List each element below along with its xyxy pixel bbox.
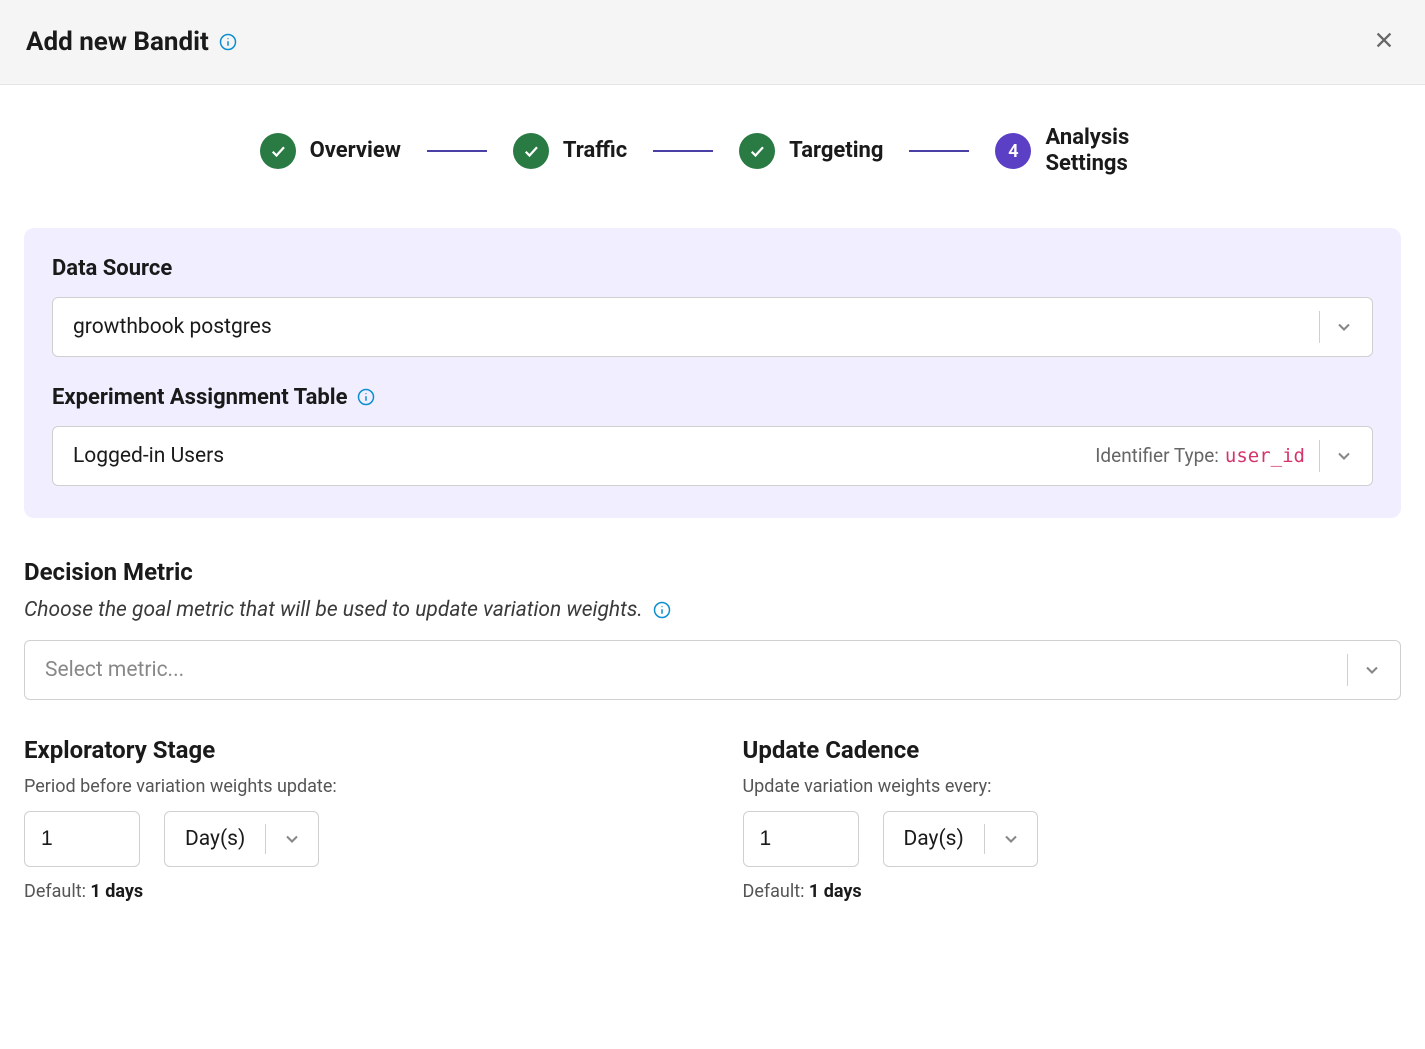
cadence-sub: Update variation weights every: (743, 776, 1402, 797)
select-value: Logged-in Users (73, 444, 1095, 468)
exploratory-title: Exploratory Stage (24, 736, 683, 764)
update-cadence-section: Update Cadence Update variation weights … (743, 736, 1402, 902)
exploratory-sub: Period before variation weights update: (24, 776, 683, 797)
assignment-table-label: Experiment Assignment Table (52, 385, 347, 410)
unit-label: Day(s) (884, 827, 984, 851)
close-icon[interactable] (1369, 24, 1399, 60)
identifier-type-value: user_id (1225, 445, 1305, 467)
chevron-down-icon (1334, 446, 1354, 466)
wizard-stepper: Overview Traffic Targeting 4 Analysis Se… (0, 85, 1425, 228)
step-label: Targeting (789, 138, 883, 164)
exploratory-unit-select[interactable]: Day(s) (164, 811, 319, 867)
chevron-down-icon (282, 829, 302, 849)
select-placeholder: Select metric... (45, 658, 1347, 682)
data-source-panel: Data Source growthbook postgres Experime… (24, 228, 1401, 518)
decision-metric-section: Decision Metric Choose the goal metric t… (24, 558, 1401, 700)
chevron-down-icon (1001, 829, 1021, 849)
divider (1347, 654, 1348, 686)
step-label: Traffic (563, 138, 627, 164)
step-label: Analysis Settings (1045, 125, 1165, 178)
data-source-label: Data Source (52, 256, 1373, 281)
modal-header: Add new Bandit (0, 0, 1425, 85)
chevron-down-icon (1362, 660, 1382, 680)
chevron-down-icon (1334, 317, 1354, 337)
info-icon[interactable] (357, 388, 375, 406)
unit-label: Day(s) (165, 827, 265, 851)
assignment-table-select[interactable]: Logged-in Users Identifier Type: user_id (52, 426, 1373, 486)
divider (1319, 311, 1320, 343)
cadence-title: Update Cadence (743, 736, 1402, 764)
info-icon[interactable] (653, 601, 671, 619)
cadence-unit-select[interactable]: Day(s) (883, 811, 1038, 867)
decision-metric-description: Choose the goal metric that will be used… (24, 598, 643, 622)
exploratory-stage-section: Exploratory Stage Period before variatio… (24, 736, 683, 902)
select-value: growthbook postgres (73, 315, 1319, 339)
step-targeting[interactable]: Targeting (739, 133, 883, 169)
check-icon (513, 133, 549, 169)
step-connector (909, 150, 969, 152)
step-label: Overview (310, 138, 401, 164)
data-source-select[interactable]: growthbook postgres (52, 297, 1373, 357)
check-icon (260, 133, 296, 169)
cadence-value-input[interactable] (743, 811, 859, 867)
step-connector (653, 150, 713, 152)
step-connector (427, 150, 487, 152)
step-number-badge: 4 (995, 133, 1031, 169)
step-analysis-settings[interactable]: 4 Analysis Settings (995, 125, 1165, 178)
decision-metric-title: Decision Metric (24, 558, 1401, 586)
exploratory-value-input[interactable] (24, 811, 140, 867)
identifier-type-label: Identifier Type: (1095, 444, 1219, 467)
info-icon[interactable] (219, 33, 237, 51)
step-overview[interactable]: Overview (260, 133, 401, 169)
check-icon (739, 133, 775, 169)
modal-title: Add new Bandit (26, 27, 209, 57)
decision-metric-select[interactable]: Select metric... (24, 640, 1401, 700)
exploratory-default: Default: 1 days (24, 881, 683, 902)
cadence-default: Default: 1 days (743, 881, 1402, 902)
divider (1319, 440, 1320, 472)
identifier-type: Identifier Type: user_id (1095, 444, 1305, 467)
step-traffic[interactable]: Traffic (513, 133, 627, 169)
